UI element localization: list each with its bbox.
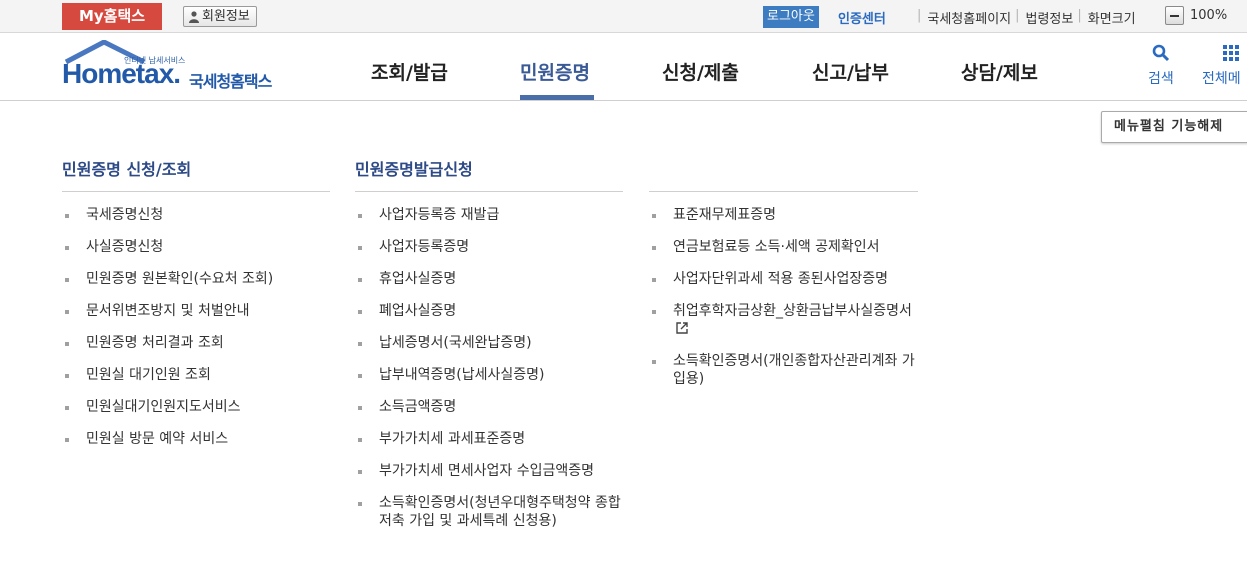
menu-item[interactable]: 민원실대기인원지도서비스 [62, 398, 330, 416]
hometax-logo[interactable]: 인터넷 납세서비스 Hometax. 국세청홈택스 [62, 40, 292, 96]
menu-item[interactable]: 납세증명서(국세완납증명) [355, 334, 623, 352]
menu-list: 표준재무제표증명 연금보험료등 소득·세액 공제확인서 사업자단위과세 적용 종… [649, 206, 918, 388]
person-icon [189, 10, 199, 23]
menu-item[interactable]: 사실증명신청 [62, 238, 330, 256]
zoom-control: 100% [1165, 6, 1227, 25]
my-hometax-button[interactable]: My홈택스 [62, 3, 162, 30]
external-link-icon [676, 322, 688, 334]
menu-item[interactable]: 민원실 대기인원 조회 [62, 366, 330, 384]
divider [62, 191, 330, 192]
menu-item[interactable]: 폐업사실증명 [355, 302, 623, 320]
separator: | [1015, 8, 1020, 23]
search-icon [1152, 44, 1169, 62]
zoom-value: 100% [1190, 8, 1228, 23]
main-header: 인터넷 납세서비스 Hometax. 국세청홈택스 조회/발급 민원증명 신청/… [0, 34, 1247, 101]
column-title: 민원증명발급신청 [355, 160, 473, 179]
column-title: 민원증명 신청/조회 [62, 160, 192, 179]
menu-item[interactable]: 국세증명신청 [62, 206, 330, 224]
menu-item[interactable]: 소득확인증명서(개인종합자산관리계좌 가입용) [649, 352, 918, 388]
logo-wordmark: Hometax. [62, 58, 181, 89]
menu-item[interactable]: 표준재무제표증명 [649, 206, 918, 224]
search-button[interactable]: 검색 [1148, 44, 1174, 88]
nav-inquiry-issue[interactable]: 조회/발급 [371, 58, 448, 85]
menu-unfold-toggle-button[interactable]: 메뉴펼침 기능해제 [1101, 111, 1247, 143]
menu-item[interactable]: 민원실 방문 예약 서비스 [62, 430, 330, 448]
nts-homepage-link[interactable]: 국세청홈페이지 [927, 8, 1011, 27]
nav-report-pay[interactable]: 신고/납부 [812, 58, 889, 85]
menu-column-1: 민원증명 신청/조회 국세증명신청 사실증명신청 민원증명 원본확인(수요처 조… [62, 156, 330, 462]
menu-item[interactable]: 소득금액증명 [355, 398, 623, 416]
law-info-link[interactable]: 법령정보 [1026, 8, 1074, 27]
grid-icon [1223, 45, 1239, 61]
cert-center-link[interactable]: 인증센터 [838, 8, 886, 27]
menu-item-label: 취업후학자금상환_상환금납부사실증명서 [673, 303, 912, 319]
separator: | [1077, 8, 1082, 23]
menu-column-3: 표준재무제표증명 연금보험료등 소득·세액 공제확인서 사업자단위과세 적용 종… [649, 156, 918, 402]
menu-list: 사업자등록증 재발급 사업자등록증명 휴업사실증명 폐업사실증명 납세증명서(국… [355, 206, 623, 530]
logo-korean-name: 국세청홈택스 [189, 72, 272, 91]
menu-item[interactable]: 납부내역증명(납세사실증명) [355, 366, 623, 384]
menu-item[interactable]: 소득확인증명서(청년우대형주택청약 종합저축 가입 및 과세특례 신청용) [355, 494, 623, 530]
search-label: 검색 [1148, 71, 1174, 87]
all-menu-button[interactable]: 전체메 [1202, 44, 1241, 88]
column-title [649, 156, 918, 182]
menu-list: 국세증명신청 사실증명신청 민원증명 원본확인(수요처 조회) 문서위변조방지 … [62, 206, 330, 448]
nav-consult-report[interactable]: 상담/제보 [961, 58, 1038, 85]
separator: | [917, 8, 922, 23]
member-info-button[interactable]: 회원정보 [183, 6, 257, 27]
menu-item-external[interactable]: 취업후학자금상환_상환금납부사실증명서 [649, 302, 918, 338]
menu-item[interactable]: 민원증명 처리결과 조회 [62, 334, 330, 352]
nav-civil-certificate[interactable]: 민원증명 [520, 58, 590, 85]
zoom-out-button[interactable] [1165, 6, 1184, 25]
menu-item[interactable]: 사업자단위과세 적용 종된사업장증명 [649, 270, 918, 288]
menu-item[interactable]: 부가가치세 과세표준증명 [355, 430, 623, 448]
menu-item[interactable]: 휴업사실증명 [355, 270, 623, 288]
menu-column-2: 민원증명발급신청 사업자등록증 재발급 사업자등록증명 휴업사실증명 폐업사실증… [355, 156, 623, 544]
menu-item[interactable]: 사업자등록증명 [355, 238, 623, 256]
divider [355, 191, 623, 192]
nav-apply-submit[interactable]: 신청/제출 [662, 58, 739, 85]
logout-button[interactable]: 로그아웃 [763, 6, 819, 28]
menu-item[interactable]: 사업자등록증 재발급 [355, 206, 623, 224]
screen-size-label: 화면크기 [1087, 12, 1136, 27]
member-info-label: 회원정보 [202, 9, 250, 24]
menu-item[interactable]: 부가가치세 면세사업자 수입금액증명 [355, 462, 623, 480]
menu-item[interactable]: 문서위변조방지 및 처벌안내 [62, 302, 330, 320]
menu-item[interactable]: 연금보험료등 소득·세액 공제확인서 [649, 238, 918, 256]
top-utility-bar: My홈택스 회원정보 로그아웃 인증센터 | 국세청홈페이지 | 법령정보 | … [0, 0, 1247, 33]
menu-item[interactable]: 민원증명 원본확인(수요처 조회) [62, 270, 330, 288]
active-nav-underline [520, 95, 594, 100]
divider [649, 191, 918, 192]
top-links: | 국세청홈페이지 | 법령정보 | 화면크기 [913, 8, 1136, 27]
all-menu-label: 전체메 [1202, 71, 1241, 87]
